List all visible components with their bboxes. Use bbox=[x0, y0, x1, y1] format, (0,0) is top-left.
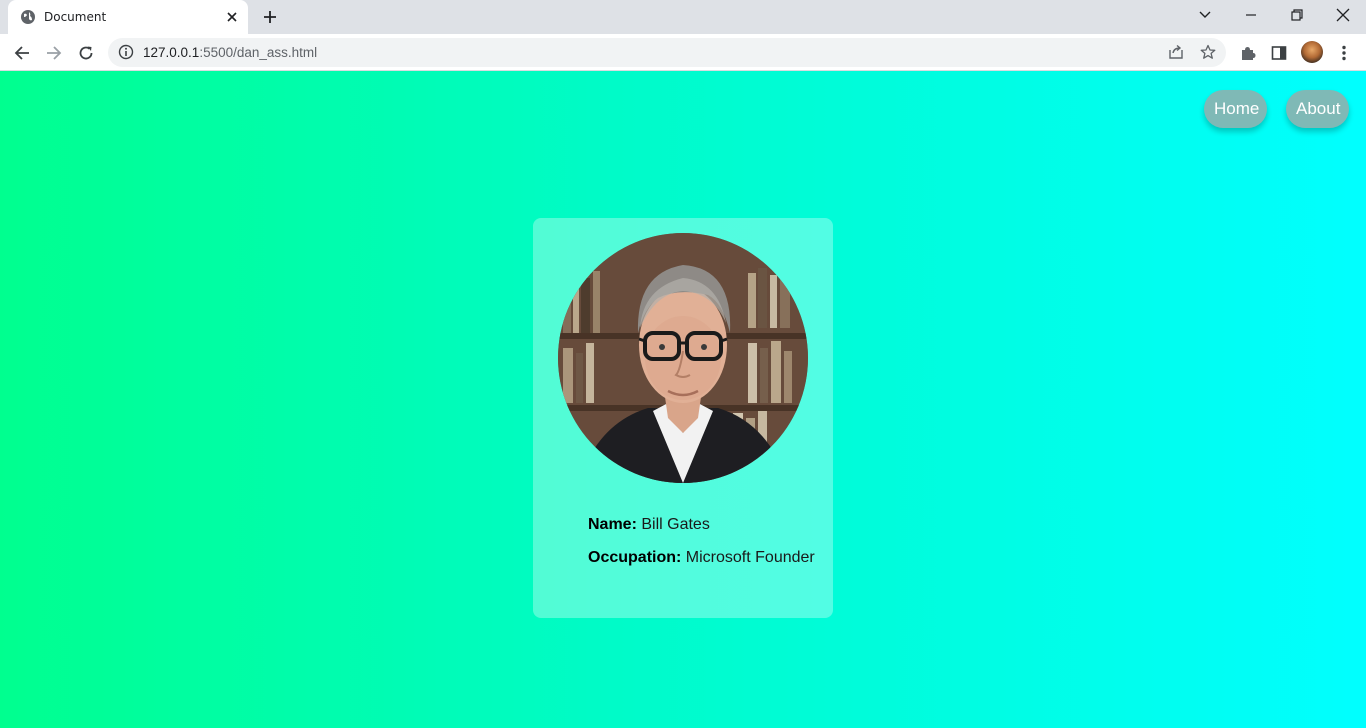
home-button[interactable]: Home bbox=[1204, 90, 1267, 128]
close-icon bbox=[1336, 8, 1350, 22]
back-button[interactable] bbox=[9, 40, 35, 66]
bookmark-star-icon[interactable] bbox=[1200, 44, 1216, 60]
menu-button[interactable] bbox=[1331, 40, 1357, 66]
name-value: Bill Gates bbox=[641, 516, 710, 533]
tab-title: Document bbox=[44, 10, 107, 24]
minimize-icon bbox=[1246, 14, 1256, 16]
arrow-left-icon bbox=[14, 46, 29, 60]
side-panel-icon bbox=[1271, 46, 1287, 60]
occupation-label: Occupation: bbox=[588, 549, 682, 566]
chevron-down-icon bbox=[1199, 11, 1211, 18]
reload-icon bbox=[79, 46, 93, 60]
profile-card: Name: Bill Gates Occupation: Microsoft F… bbox=[533, 218, 833, 618]
occupation-value: Microsoft Founder bbox=[685, 549, 815, 566]
tab-search-button[interactable] bbox=[1182, 0, 1228, 30]
side-panel-button[interactable] bbox=[1266, 40, 1292, 66]
reload-button[interactable] bbox=[73, 40, 99, 66]
close-window-button[interactable] bbox=[1320, 0, 1366, 30]
occupation-row: Occupation: Microsoft Founder bbox=[588, 549, 815, 567]
url-path: :5500/dan_ass.html bbox=[199, 45, 318, 60]
profile-photo bbox=[558, 233, 808, 483]
profile-avatar[interactable] bbox=[1301, 41, 1323, 63]
more-vertical-icon bbox=[1342, 45, 1346, 61]
url-text: 127.0.0.1:5500/dan_ass.html bbox=[143, 45, 317, 60]
puzzle-icon bbox=[1242, 47, 1256, 60]
new-tab-button[interactable] bbox=[258, 6, 282, 28]
browser-tab[interactable]: Document bbox=[8, 0, 248, 34]
info-icon[interactable] bbox=[118, 44, 134, 60]
url-host: 127.0.0.1 bbox=[143, 45, 200, 60]
minimize-button[interactable] bbox=[1228, 0, 1274, 30]
close-tab-icon[interactable] bbox=[224, 9, 240, 25]
restore-icon bbox=[1291, 9, 1303, 21]
arrow-right-icon bbox=[47, 46, 62, 60]
about-button[interactable]: About bbox=[1286, 90, 1349, 128]
globe-icon bbox=[21, 10, 35, 24]
tab-strip: Document bbox=[0, 0, 1366, 34]
page-viewport: Home About Name: Bill Gates Occupation: … bbox=[0, 71, 1366, 728]
browser-toolbar: 127.0.0.1:5500/dan_ass.html bbox=[0, 34, 1366, 71]
name-row: Name: Bill Gates bbox=[588, 516, 710, 534]
plus-icon bbox=[264, 11, 276, 23]
forward-button[interactable] bbox=[41, 40, 67, 66]
restore-button[interactable] bbox=[1274, 0, 1320, 30]
share-icon[interactable] bbox=[1168, 44, 1184, 60]
address-bar[interactable]: 127.0.0.1:5500/dan_ass.html bbox=[108, 38, 1226, 67]
portrait-image bbox=[558, 233, 808, 483]
name-label: Name: bbox=[588, 516, 637, 533]
extensions-button[interactable] bbox=[1235, 40, 1261, 66]
